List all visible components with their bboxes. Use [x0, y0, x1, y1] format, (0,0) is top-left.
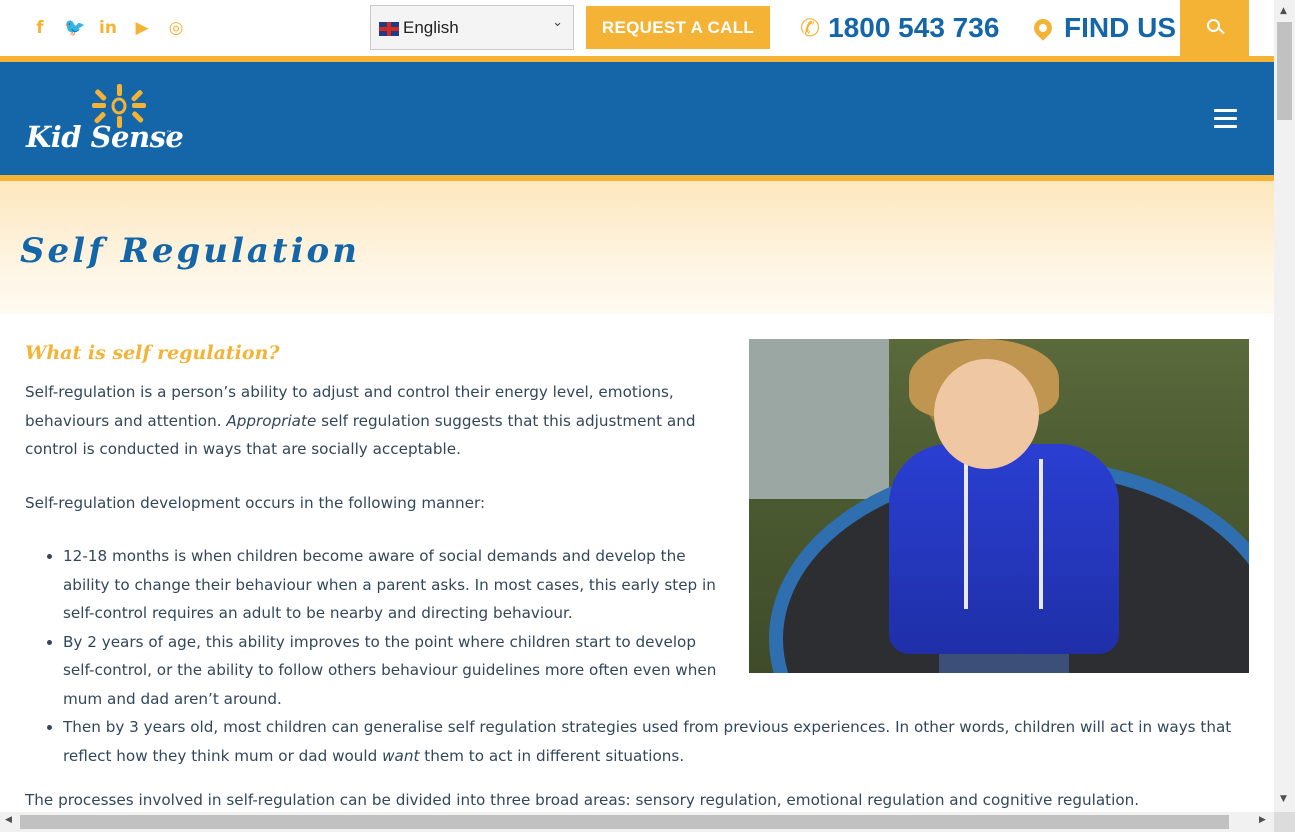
page-title: Self Regulation	[20, 231, 360, 271]
facebook-icon[interactable]: f	[30, 16, 50, 40]
language-select[interactable]: English ⌄	[370, 5, 574, 50]
language-label: English	[403, 18, 459, 37]
kid-sense-logo[interactable]: Kid Sense ™	[26, 84, 186, 166]
request-call-button[interactable]: REQUEST A CALL	[586, 6, 770, 49]
scrollbar-corner	[1274, 812, 1295, 832]
social-links: f 🐦 in ▶ ◎	[30, 16, 186, 40]
main-content: What is self regulation? Self-regulation…	[0, 314, 1274, 812]
horizontal-scrollbar[interactable]: ◀ ▶	[0, 812, 1274, 832]
map-pin-icon	[1030, 15, 1056, 41]
find-us-label: FIND US	[1064, 12, 1176, 43]
menu-icon[interactable]	[1214, 109, 1237, 128]
list-item: 12-18 months is when children become awa…	[25, 542, 725, 628]
search-icon	[1207, 19, 1220, 32]
phone-link[interactable]: ✆ 1800 543 736	[800, 9, 999, 47]
processes-paragraph: The processes involved in self-regulatio…	[25, 791, 1140, 809]
scroll-left-icon[interactable]: ◀	[5, 815, 12, 825]
development-paragraph: Self-regulation development occurs in th…	[25, 494, 486, 512]
youtube-icon[interactable]: ▶	[132, 16, 152, 40]
intro-paragraph: Self-regulation is a person’s ability to…	[25, 383, 696, 458]
list-item: By 2 years of age, this ability improves…	[25, 628, 725, 714]
horizontal-scroll-thumb[interactable]	[20, 815, 1229, 829]
top-bar: f 🐦 in ▶ ◎ English ⌄ REQUEST A CALL ✆ 18…	[0, 0, 1274, 56]
phone-icon: ✆	[800, 14, 821, 42]
uk-flag-icon	[379, 22, 399, 36]
site-header: Kid Sense ™	[0, 56, 1274, 181]
page-banner: Self Regulation	[0, 181, 1274, 314]
logo-trademark: ™	[166, 130, 172, 137]
child-trampoline-photo	[749, 339, 1249, 673]
linkedin-icon[interactable]: in	[98, 16, 118, 40]
twitter-icon[interactable]: 🐦	[64, 16, 85, 40]
vertical-scrollbar[interactable]: ▲ ▼	[1274, 0, 1295, 812]
instagram-icon[interactable]: ◎	[166, 16, 186, 40]
list-item: Then by 3 years old, most children can g…	[25, 713, 1255, 770]
scroll-down-icon[interactable]: ▼	[1280, 794, 1287, 804]
logo-text: Kid Sense	[26, 120, 184, 154]
scroll-right-icon[interactable]: ▶	[1259, 815, 1266, 825]
search-button[interactable]	[1180, 0, 1249, 56]
find-us-link[interactable]: FIND US	[1030, 9, 1176, 47]
scroll-up-icon[interactable]: ▲	[1280, 6, 1287, 16]
phone-number: 1800 543 736	[828, 12, 1000, 43]
section-heading: What is self regulation?	[25, 342, 280, 364]
chevron-down-icon: ⌄	[552, 15, 563, 30]
vertical-scroll-thumb[interactable]	[1277, 22, 1292, 120]
